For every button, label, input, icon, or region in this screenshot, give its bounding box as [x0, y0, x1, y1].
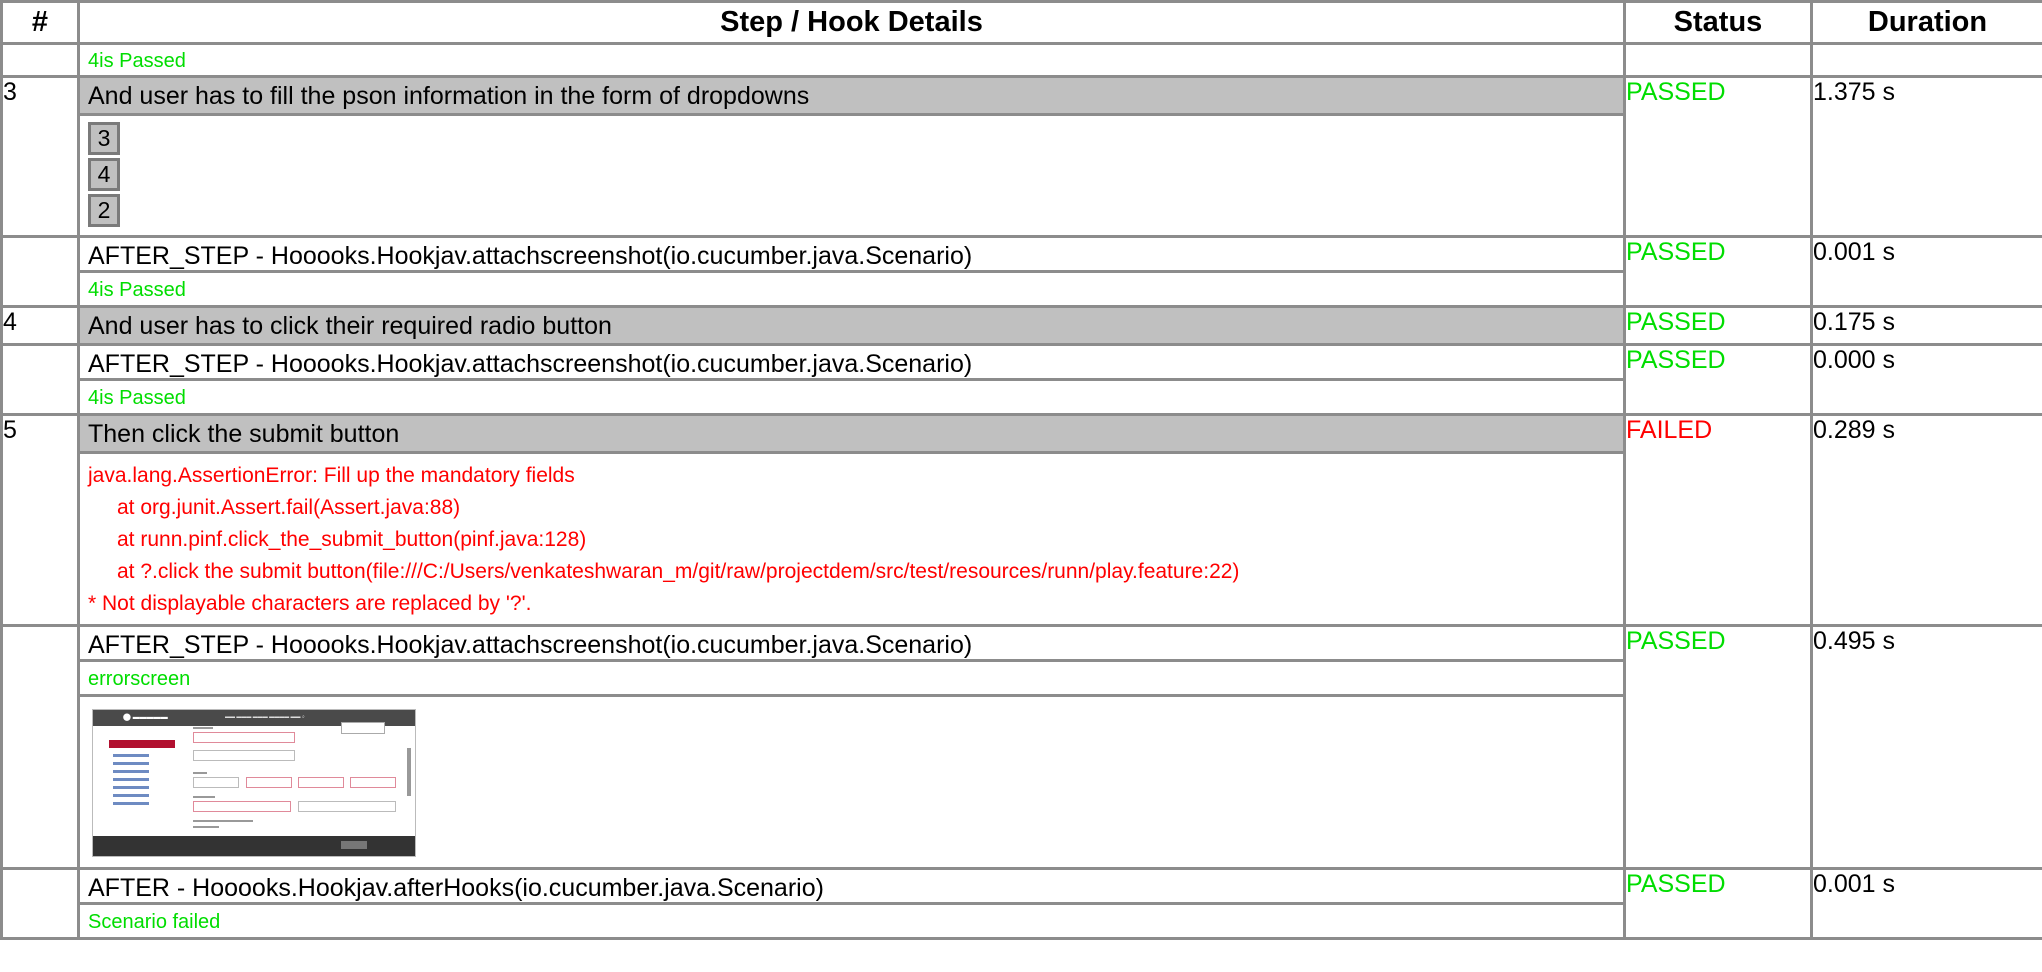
step-number: 3	[0, 75, 80, 238]
screenshot-accept-button	[341, 841, 367, 849]
screenshot-sidebar-link	[113, 794, 149, 797]
value-box: 4	[88, 158, 120, 191]
duration-value: 0.001 s	[1810, 867, 2042, 940]
table-row: AFTER_STEP - Hooooks.Hookjav.attachscree…	[0, 624, 2042, 870]
step-title[interactable]: And user has to click their required rad…	[80, 308, 1623, 343]
status-badge: PASSED	[1623, 75, 1813, 238]
header-num: #	[0, 0, 80, 45]
error-line: at runn.pinf.click_the_submit_button(pin…	[117, 528, 587, 551]
screenshot-label	[193, 796, 215, 798]
step-details-cell: And user has to click their required rad…	[77, 305, 1626, 346]
hook-title[interactable]: AFTER - Hooooks.Hookjav.afterHooks(io.cu…	[80, 870, 1623, 905]
screenshot-field	[193, 777, 239, 788]
header-details: Step / Hook Details	[77, 0, 1626, 45]
hook-log: 4is Passed	[88, 50, 186, 72]
error-line: java.lang.AssertionError: Fill up the ma…	[88, 464, 575, 487]
screenshot-label	[193, 772, 207, 774]
hook-log-cell: 4is Passed	[77, 42, 1626, 78]
table-row: 4 And user has to click their required r…	[0, 305, 2042, 346]
table-row: AFTER_STEP - Hooooks.Hookjav.attachscree…	[0, 343, 2042, 416]
step-values: 3 4 2	[80, 113, 1623, 235]
screenshot-field	[350, 777, 396, 788]
screenshot-nav: ▬▬ ▬▬▬ ▬▬▬ ▬▬▬▬ ▬▬ ⌕	[225, 714, 305, 720]
table-row: AFTER - Hooooks.Hookjav.afterHooks(io.cu…	[0, 867, 2042, 940]
error-stacktrace: java.lang.AssertionError: Fill up the ma…	[80, 451, 1623, 624]
row-num-empty	[0, 343, 80, 416]
screenshot-field	[246, 777, 292, 788]
screenshot-sidebar-title	[109, 740, 175, 748]
hook-log: Scenario failed	[88, 911, 221, 933]
screenshot-logo: ⬤ ▬▬▬▬▬	[123, 714, 168, 721]
header-duration: Duration	[1810, 0, 2042, 45]
screenshot-field	[298, 801, 396, 812]
table-row: 3 And user has to fill the pson informat…	[0, 75, 2042, 238]
duration-value: 0.001 s	[1810, 235, 2042, 308]
error-line: at ?.click the submit button(file:///C:/…	[117, 560, 1240, 583]
hook-log: errorscreen	[80, 662, 1623, 697]
duration-value: 0.495 s	[1810, 624, 2042, 870]
duration-value: 0.175 s	[1810, 305, 2042, 346]
error-line: at org.junit.Assert.fail(Assert.java:88)	[117, 496, 461, 519]
status-badge: PASSED	[1623, 305, 1813, 346]
screenshot-sidebar-link	[113, 786, 149, 789]
hook-title[interactable]: AFTER_STEP - Hooooks.Hookjav.attachscree…	[80, 346, 1623, 381]
step-details-cell: And user has to fill the pson informatio…	[77, 75, 1626, 238]
hook-details-cell: AFTER - Hooooks.Hookjav.afterHooks(io.cu…	[77, 867, 1626, 940]
row-num-empty	[0, 624, 80, 870]
screenshot-sidebar-link	[113, 762, 149, 765]
duration-value: 1.375 s	[1810, 75, 2042, 238]
step-number: 4	[0, 305, 80, 346]
row-num-empty	[0, 867, 80, 940]
table-row: 4is Passed	[0, 42, 2042, 78]
screenshot-thumbnail[interactable]: ⬤ ▬▬▬▬▬ ▬▬ ▬▬▬ ▬▬▬ ▬▬▬▬ ▬▬ ⌕	[92, 709, 416, 857]
screenshot-label	[193, 820, 253, 822]
hook-title[interactable]: AFTER_STEP - Hooooks.Hookjav.attachscree…	[80, 627, 1623, 662]
duration-value: 0.289 s	[1810, 413, 2042, 627]
row-num-empty	[0, 42, 80, 78]
screenshot-field	[193, 732, 295, 743]
header-status: Status	[1623, 0, 1813, 45]
hook-log: 4is Passed	[88, 279, 186, 301]
status-badge: FAILED	[1623, 413, 1813, 627]
error-line: * Not displayable characters are replace…	[88, 592, 532, 615]
status-badge: PASSED	[1623, 624, 1813, 870]
table-row: 5 Then click the submit button java.lang…	[0, 413, 2042, 627]
screenshot-container: ⬤ ▬▬▬▬▬ ▬▬ ▬▬▬ ▬▬▬ ▬▬▬▬ ▬▬ ⌕	[80, 697, 1623, 867]
screenshot-sidebar-link	[113, 778, 149, 781]
row-num-empty	[0, 235, 80, 308]
screenshot-scrollbar	[407, 748, 411, 796]
step-title[interactable]: Then click the submit button	[80, 416, 1623, 451]
status-badge: PASSED	[1623, 867, 1813, 940]
status-empty	[1623, 42, 1813, 78]
screenshot-label	[193, 727, 213, 729]
screenshot-sidebar-link	[113, 754, 149, 757]
status-badge: PASSED	[1623, 235, 1813, 308]
step-number: 5	[0, 413, 80, 627]
duration-value: 0.000 s	[1810, 343, 2042, 416]
header-row: # Step / Hook Details Status Duration	[0, 0, 2042, 45]
step-title[interactable]: And user has to fill the pson informatio…	[80, 78, 1623, 113]
hook-title[interactable]: AFTER_STEP - Hooooks.Hookjav.attachscree…	[80, 238, 1623, 273]
screenshot-label	[193, 826, 219, 828]
hook-details-cell: AFTER_STEP - Hooooks.Hookjav.attachscree…	[77, 624, 1626, 870]
value-box: 3	[88, 122, 120, 155]
duration-empty	[1810, 42, 2042, 78]
screenshot-tooltip	[341, 722, 385, 734]
step-details-cell: Then click the submit button java.lang.A…	[77, 413, 1626, 627]
hook-details-cell: AFTER_STEP - Hooooks.Hookjav.attachscree…	[77, 343, 1626, 416]
status-badge: PASSED	[1623, 343, 1813, 416]
screenshot-sidebar-link	[113, 802, 149, 805]
screenshot-field	[193, 801, 291, 812]
screenshot-field	[193, 750, 295, 761]
screenshot-field	[298, 777, 344, 788]
report-table: # Step / Hook Details Status Duration 4i…	[0, 0, 2042, 940]
value-box: 2	[88, 194, 120, 227]
hook-details-cell: AFTER_STEP - Hooooks.Hookjav.attachscree…	[77, 235, 1626, 308]
screenshot-sidebar-link	[113, 770, 149, 773]
table-row: AFTER_STEP - Hooooks.Hookjav.attachscree…	[0, 235, 2042, 308]
hook-log: 4is Passed	[88, 387, 186, 409]
